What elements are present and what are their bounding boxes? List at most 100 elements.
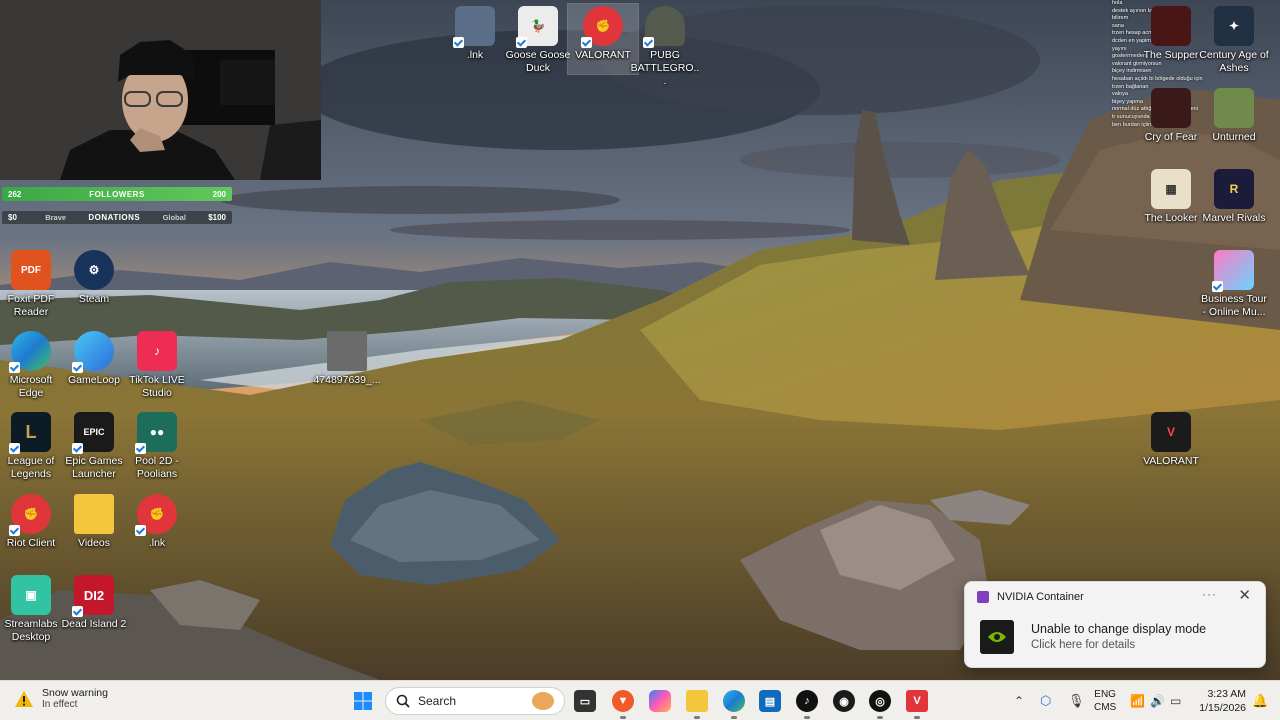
desktop-icon-label: The Supper [1143,49,1199,61]
followers-current: 262 [8,189,22,199]
notification-details-link[interactable]: Click here for details [1031,639,1135,651]
followers-goal-bar: 262 FOLLOWERS 200 [2,187,232,201]
task-view-icon[interactable]: ▭ [574,690,596,712]
taskbar-search[interactable]: Search [385,687,565,715]
desktop-icon-lnk-top[interactable]: .lnk [440,6,510,62]
file-explorer-icon[interactable] [686,690,708,712]
donations-goal-bar: $0 Brave DONATIONS Global $100 [2,211,232,224]
desktop-icon-label: .lnk [466,49,484,61]
clock-time: 3:23 AM [1207,688,1246,700]
desktop-icon-pubg[interactable]: PUBG BATTLEGRO... [630,6,700,88]
close-icon[interactable]: ✕ [1238,586,1251,604]
copilot-icon[interactable] [649,690,671,712]
desktop-icon-label: VALORANT [575,49,631,61]
battery-icon[interactable]: ▭ [1170,681,1181,720]
edge-icon [9,331,51,373]
chat-text: sana [1112,22,1124,29]
riot-client-taskbar-icon[interactable]: V [906,690,928,712]
nvidia-app-icon [977,591,989,603]
desktop-icon-century[interactable]: ✦ Century Age of Ashes [1199,6,1269,75]
desktop-icon-epic[interactable]: EPIC Epic Games Launcher [59,412,129,481]
start-button[interactable] [352,690,374,712]
desktop-icon-pool[interactable]: ●● Pool 2D - Poolians [122,412,192,481]
warning-icon [15,690,33,707]
pubg-shortcut-icon [453,6,495,48]
desktop-icon-riot-client[interactable]: ✊ Riot Client [0,494,66,550]
weather-widget[interactable]: Snow warning In effect [14,687,108,710]
app-icon[interactable]: ◉ [833,690,855,712]
search-icon [396,694,410,708]
obs-icon[interactable]: ◎ [869,690,891,712]
desktop-icon-dead-island[interactable]: DI2 Dead Island 2 [59,575,129,631]
hidden-brave-label: Brave [45,213,67,222]
desktop-icon-label: 474897639_... [313,374,381,386]
tray-app-icon[interactable]: ⬡ [1040,681,1051,720]
desktop-icon-label: Pool 2D - Poolians [135,455,179,480]
wifi-icon[interactable]: 📶 [1130,681,1145,720]
taskbar-clock[interactable]: 3:23 AM 1/15/2026 [1199,687,1246,715]
desktop-icon-streamlabs[interactable]: ▣ Streamlabs Desktop [0,575,66,644]
running-indicator [731,716,737,719]
desktop-icon-label: League of Legends [7,455,55,480]
desktop-icon-label: Goose Goose Duck [505,49,571,74]
tiktok-icon[interactable]: ♪ [796,690,818,712]
desktop-icon-edge[interactable]: Microsoft Edge [0,331,66,400]
business-tour-icon [1212,250,1254,292]
desktop-icon-tiktok-live[interactable]: ♪ TikTok LIVE Studio [122,331,192,400]
language-code: ENG [1094,689,1116,700]
desktop-icon-image-file[interactable]: 474897639_... [312,331,382,387]
volume-icon[interactable]: 🔊 [1150,681,1165,720]
goose-icon: 🦆 [516,6,558,48]
donations-current: $0 [8,213,17,222]
desktop-icon-league[interactable]: L League of Legends [0,412,66,481]
streamlabs-icon: ▣ [11,575,51,615]
tiktok-live-icon: ♪ [137,331,177,371]
gameloop-icon [72,331,114,373]
desktop-icon-business-tour[interactable]: Business Tour - Online Mu... [1199,250,1269,319]
desktop-icon-label: Dead Island 2 [61,618,127,630]
running-indicator [620,716,626,719]
league-of-legends-icon: L [9,412,51,454]
donations-goal: $100 [208,213,226,222]
desktop-icon-goose-goose-duck[interactable]: 🦆 Goose Goose Duck [503,6,573,75]
chat-text: bilirem [1112,15,1129,22]
desktop-icon-steam[interactable]: ⚙ Steam [59,250,129,306]
nvidia-notification-toast[interactable]: NVIDIA Container ··· ✕ Unable to change … [964,581,1266,668]
cry-of-fear-icon [1151,88,1191,128]
desktop-icon-unturned[interactable]: Unturned [1199,88,1269,144]
desktop-icon-label: VALORANT [1143,455,1199,467]
microphone-icon[interactable]: 🎙 [1068,681,1085,720]
windows-logo-icon [354,692,372,710]
notification-bell-icon[interactable]: 🔔 [1252,681,1268,720]
notification-app-name: NVIDIA Container [997,591,1084,603]
desktop-icon-foxit[interactable]: PDF Foxit PDF Reader [0,250,66,319]
desktop-icon-the-supper[interactable]: The Supper [1136,6,1206,62]
unturned-icon [1214,88,1254,128]
desktop-icon-videos[interactable]: Videos [59,494,129,550]
input-method: CMS [1094,702,1117,713]
taskbar: Snow warning In effect Search ▭ ▼ ▤ ♪ ◉ … [0,680,1280,720]
desktop-icon-label: Epic Games Launcher [65,455,123,480]
desktop-icon-valorant-right[interactable]: V VALORANT [1136,412,1206,468]
notification-header: NVIDIA Container [977,591,1084,603]
running-indicator [804,716,810,719]
dead-island-icon: DI2 [72,575,114,617]
desktop-icon-label: Microsoft Edge [9,374,53,399]
chevron-up-icon[interactable]: ⌃ [1014,681,1024,720]
desktop-icon-gameloop[interactable]: GameLoop [59,331,129,387]
desktop-icon-valorant-top[interactable]: ✊ VALORANT [567,3,639,75]
desktop-icon-marvel-rivals[interactable]: R Marvel Rivals [1199,169,1269,225]
desktop-icon-lnk-left[interactable]: ✊ .lnk [122,494,192,550]
desktop-icon-the-looker[interactable]: ▦ The Looker [1136,169,1206,225]
webcam-overlay [0,0,321,180]
pool-balls-icon: ●● [135,412,177,454]
brave-browser-icon[interactable]: ▼ [612,690,634,712]
foxit-reader-icon: PDF [11,250,51,290]
language-indicator[interactable]: ENG CMS [1094,688,1116,714]
edge-icon[interactable] [723,690,745,712]
desktop-icon-cry-of-fear[interactable]: Cry of Fear [1136,88,1206,144]
more-options-icon[interactable]: ··· [1202,587,1217,601]
store-icon[interactable]: ▤ [759,690,781,712]
desktop-icon-label: PUBG BATTLEGRO... [630,49,700,87]
running-indicator [914,716,920,719]
